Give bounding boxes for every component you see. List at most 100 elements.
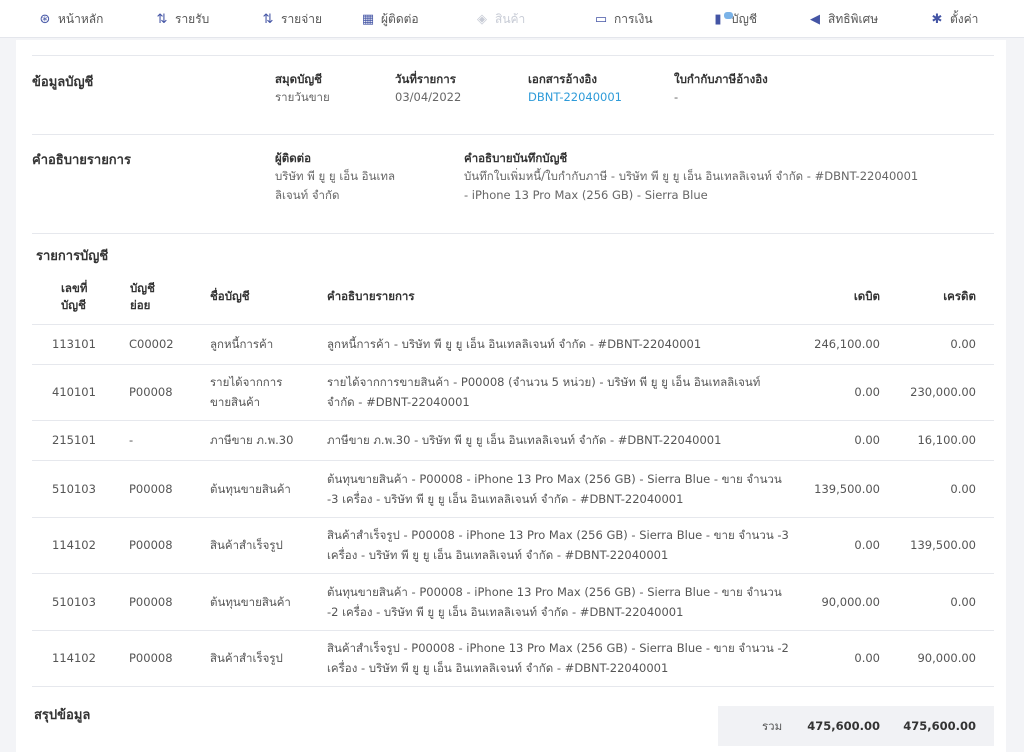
- expense-icon: ⇅: [262, 11, 274, 27]
- date-label: วันที่รายการ: [395, 72, 456, 86]
- header-credit: เครดิต: [943, 289, 976, 303]
- description-line2: เครื่อง - บริษัท พี ยู ยู เอ็น อินเทลลิเ…: [327, 548, 669, 562]
- nav-home-label: หน้าหลัก: [58, 11, 104, 26]
- contact-value-line1: บริษัท พี ยู ยู เอ็น อินเทล: [275, 169, 395, 183]
- description-line2: -2 เครื่อง - บริษัท พี ยู ยู เอ็น อินเทล…: [327, 604, 684, 619]
- header-divider: [32, 324, 994, 325]
- total-credit: 475,600.00: [903, 719, 976, 733]
- nav-expense-label: รายจ่าย: [281, 11, 323, 26]
- nav-products: ◈ สินค้า: [475, 0, 525, 38]
- note-line2: - iPhone 13 Pro Max (256 GB) - Sierra Bl…: [464, 188, 708, 202]
- nav-privileges-label: สิทธิพิเศษ: [828, 11, 879, 26]
- journal-label: สมุดบัญชี: [275, 72, 322, 86]
- description-line1: ต้นทุนขายสินค้า - P00008 - iPhone 13 Pro…: [327, 584, 782, 599]
- nav-privileges[interactable]: ◀ สิทธิพิเศษ: [808, 0, 878, 38]
- products-icon: ◈: [477, 11, 487, 27]
- nav-income[interactable]: ⇅ รายรับ: [155, 0, 210, 38]
- header-sub-account: บัญชี ย่อย: [130, 280, 155, 314]
- ref-doc-link[interactable]: DBNT-22040001: [528, 88, 622, 107]
- description: ลูกหนี้การค้า - บริษัท พี ยู ยู เอ็น อิน…: [327, 337, 702, 351]
- credit-amount: 0.00: [950, 594, 976, 609]
- description-title: คำอธิบายรายการ: [32, 153, 131, 168]
- account-number: 113101: [52, 337, 96, 351]
- account-info-title: ข้อมูลบัญชี: [32, 75, 94, 90]
- sub-account: P00008: [129, 538, 173, 552]
- tax-ref-value: -: [674, 90, 679, 104]
- account-name: ต้นทุนขายสินค้า: [210, 481, 291, 496]
- debit-amount: 139,500.00: [814, 481, 880, 496]
- credit-amount: 90,000.00: [917, 651, 976, 665]
- header-description: คำอธิบายรายการ: [327, 289, 415, 303]
- accounting-icon: ▮: [711, 11, 733, 27]
- account-name-line1: รายได้จากการ: [210, 375, 283, 389]
- nav-expense[interactable]: ⇅ รายจ่าย: [261, 0, 322, 38]
- megaphone-icon: ◀: [810, 11, 820, 27]
- debit-amount: 0.00: [854, 385, 880, 399]
- nav-settings-label: ตั้งค่า: [950, 11, 979, 26]
- nav-income-label: รายรับ: [175, 11, 210, 26]
- journal-value: รายวันขาย: [275, 90, 330, 104]
- row-divider: [32, 517, 994, 518]
- home-icon: ⊛: [39, 11, 51, 27]
- nav-home[interactable]: ⊛ หน้าหลัก: [38, 0, 104, 38]
- row-divider: [32, 420, 994, 421]
- header-account-name: ชื่อบัญชี: [210, 289, 250, 303]
- row-divider: [32, 460, 994, 461]
- notification-badge: [724, 12, 733, 19]
- account-name: ลูกหนี้การค้า: [210, 337, 274, 351]
- nav-finance-label: การเงิน: [614, 11, 653, 26]
- nav-products-label: สินค้า: [495, 11, 526, 26]
- nav-contacts[interactable]: ▦ ผู้ติดต่อ: [361, 0, 419, 38]
- debit-amount: 0.00: [854, 538, 880, 552]
- description-line1: สินค้าสำเร็จรูป - P00008 - iPhone 13 Pro…: [327, 528, 789, 542]
- sub-account: P00008: [129, 594, 173, 609]
- sub-account: C00002: [129, 337, 174, 351]
- top-nav: ⊛ หน้าหลัก ⇅ รายรับ ⇅ รายจ่าย ▦ ผู้ติดต่…: [0, 0, 1024, 38]
- description-line2: -3 เครื่อง - บริษัท พี ยู ยู เอ็น อินเทล…: [327, 491, 684, 506]
- contact-label: ผู้ติดต่อ: [275, 151, 312, 165]
- account-number: 510103: [52, 481, 96, 496]
- account-name-line2: ขายสินค้า: [210, 395, 261, 409]
- note-line1: บันทึกใบเพิ่มหนี้/ใบกำกับภาษี - บริษัท พ…: [464, 169, 919, 183]
- debit-amount: 0.00: [854, 651, 880, 665]
- credit-amount: 16,100.00: [917, 433, 976, 447]
- divider: [32, 134, 994, 135]
- accounting-glyph: ▮: [714, 11, 722, 27]
- header-account-no: เลขที่ บัญชี: [61, 280, 87, 314]
- income-icon: ⇅: [156, 11, 168, 27]
- credit-amount: 0.00: [950, 337, 976, 351]
- account-name: สินค้าสำเร็จรูป: [210, 651, 283, 665]
- header-sub-account-line2: ย่อย: [130, 298, 151, 312]
- debit-amount: 246,100.00: [814, 337, 880, 351]
- row-divider: [32, 573, 994, 574]
- contacts-icon: ▦: [361, 11, 375, 27]
- nav-settings[interactable]: ✱ ตั้งค่า: [930, 0, 979, 38]
- ledger-title: รายการบัญชี: [36, 249, 109, 264]
- account-number: 215101: [52, 433, 96, 447]
- nav-accounting[interactable]: ▮ บัญชี: [711, 0, 757, 38]
- account-number: 410101: [52, 385, 96, 399]
- credit-amount: 0.00: [950, 481, 976, 496]
- sub-account: P00008: [129, 385, 173, 399]
- row-divider: [32, 364, 994, 365]
- nav-accounting-label: บัญชี: [731, 11, 757, 26]
- sub-account: P00008: [129, 481, 173, 496]
- description-line1: สินค้าสำเร็จรูป - P00008 - iPhone 13 Pro…: [327, 641, 789, 655]
- account-name: สินค้าสำเร็จรูป: [210, 538, 283, 552]
- contact-value-line2: ลิเจนท์ จำกัด: [275, 188, 340, 202]
- debit-amount: 90,000.00: [821, 594, 880, 609]
- account-number: 510103: [52, 594, 96, 609]
- account-number: 114102: [52, 651, 96, 665]
- description-line1: รายได้จากการขายสินค้า - P00008 (จำนวน 5 …: [327, 375, 761, 389]
- account-name: ภาษีขาย ภ.พ.30: [210, 433, 294, 447]
- description-line2: จำกัด - #DBNT-22040001: [327, 395, 470, 409]
- description-line2: เครื่อง - บริษัท พี ยู ยู เอ็น อินเทลลิเ…: [327, 661, 669, 675]
- debit-amount: 0.00: [854, 433, 880, 447]
- tax-ref-label: ใบกำกับภาษีอ้างอิง: [674, 72, 768, 86]
- nav-finance[interactable]: ▭ การเงิน: [594, 0, 653, 38]
- header-account-no-line1: เลขที่: [61, 281, 88, 295]
- ref-doc-label: เอกสารอ้างอิง: [528, 72, 597, 86]
- journal-detail-card: ข้อมูลบัญชี สมุดบัญชี รายวันขาย วันที่รา…: [16, 40, 1006, 752]
- credit-amount: 139,500.00: [910, 538, 976, 552]
- divider: [32, 233, 994, 234]
